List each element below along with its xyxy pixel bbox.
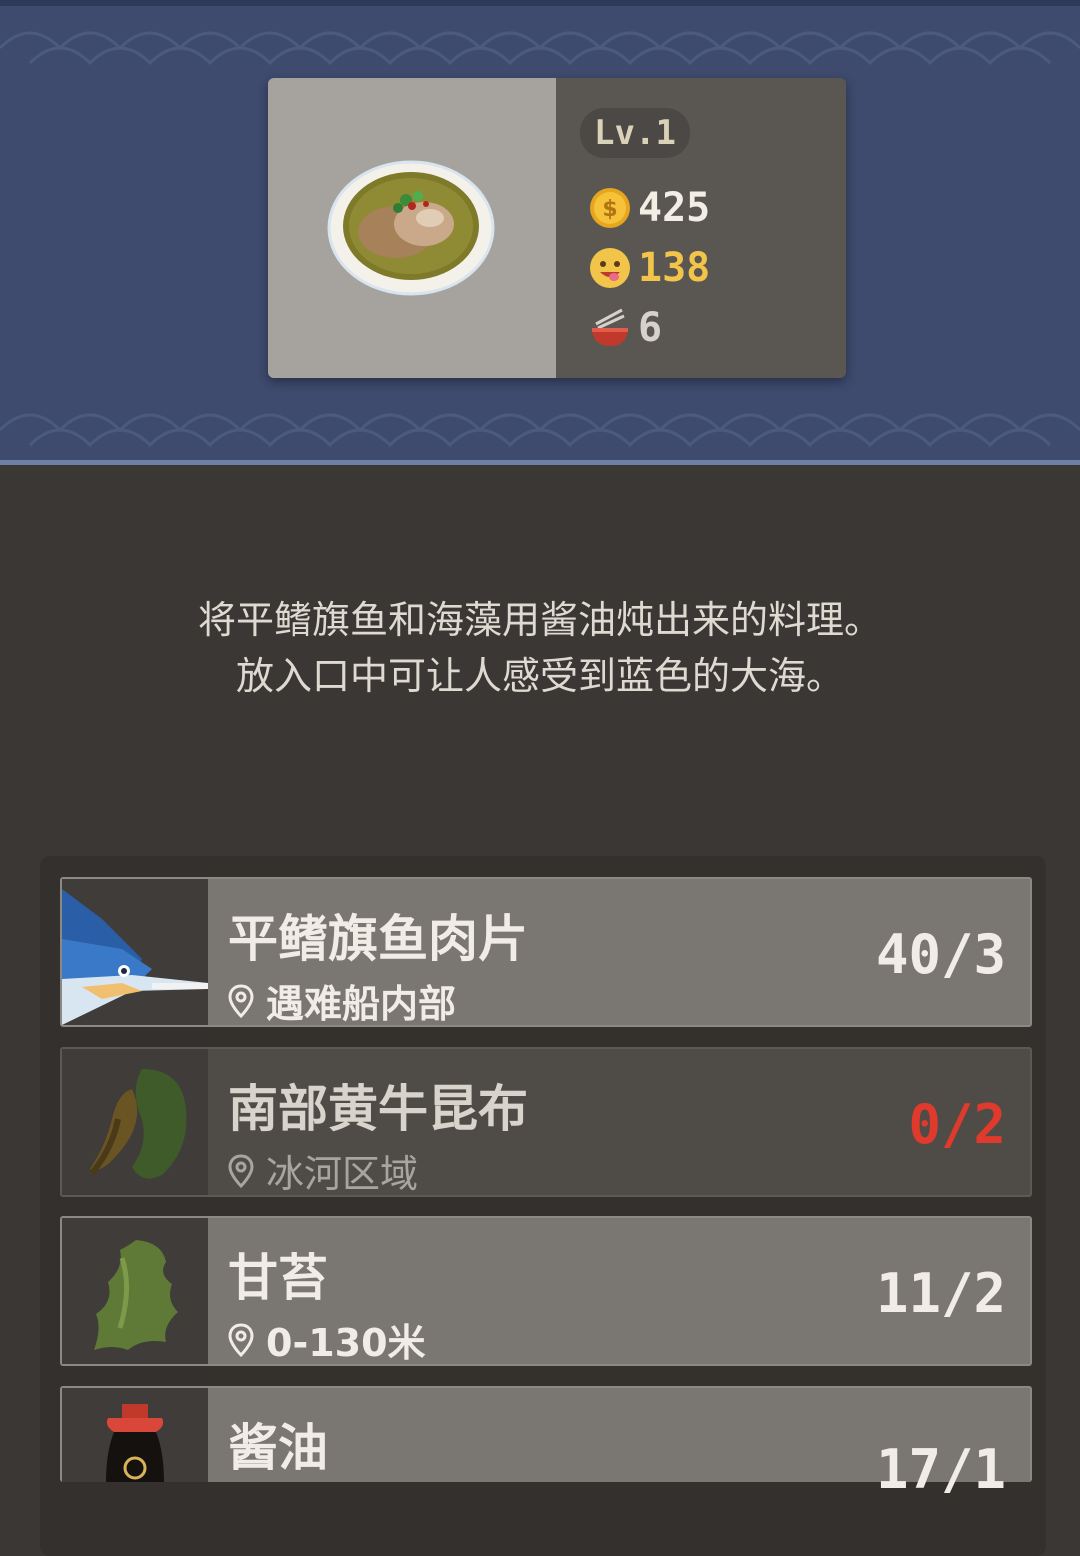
dish-card: Lv.1 $ 425 138 6 bbox=[268, 78, 846, 378]
ingredient-name: 酱油 bbox=[228, 1419, 328, 1477]
bowl-icon bbox=[592, 308, 628, 346]
seaweed-icon bbox=[62, 1218, 208, 1364]
dish-description: 将平鳍旗鱼和海藻用酱油炖出来的料理。 放入口中可让人感受到蓝色的大海。 bbox=[0, 592, 1080, 704]
wave-pattern bbox=[0, 413, 1080, 448]
ingredient-thumb bbox=[62, 1388, 208, 1482]
ingredient-thumb bbox=[62, 1218, 208, 1364]
svg-text:$: $ bbox=[602, 197, 617, 222]
ingredient-row[interactable]: 酱油 17/1 bbox=[60, 1386, 1032, 1501]
wave-pattern bbox=[0, 31, 1080, 66]
ingredient-name: 平鳍旗鱼肉片 bbox=[228, 910, 528, 968]
dish-image-frame bbox=[268, 78, 556, 378]
ingredient-quantity: 0/2 bbox=[908, 1093, 1006, 1156]
ingredient-quantity: 11/2 bbox=[875, 1262, 1006, 1325]
ingredient-row[interactable]: 平鳍旗鱼肉片 遇难船内部 40/3 bbox=[60, 877, 1032, 1027]
ingredient-row[interactable]: 甘苔 0-130米 11/2 bbox=[60, 1216, 1032, 1366]
dish-header: Lv.1 $ 425 138 6 bbox=[0, 0, 1080, 465]
description-line: 放入口中可让人感受到蓝色的大海。 bbox=[235, 654, 844, 698]
soy-sauce-icon bbox=[62, 1388, 208, 1482]
swordfish-icon bbox=[62, 879, 208, 1025]
dish-icon bbox=[327, 160, 495, 296]
ingredient-location: 冰河区域 bbox=[228, 1143, 418, 1198]
location-pin-icon bbox=[228, 1153, 254, 1188]
ingredient-name: 南部黄牛昆布 bbox=[228, 1080, 528, 1138]
kelp-icon bbox=[62, 1049, 208, 1195]
ingredient-location: 遇难船内部 bbox=[228, 973, 456, 1028]
ingredient-thumb bbox=[62, 879, 208, 1025]
count-stat: 6 bbox=[588, 300, 662, 356]
coin-icon: $ bbox=[590, 188, 630, 228]
ingredient-name: 甘苔 bbox=[228, 1249, 328, 1307]
energy-value: 138 bbox=[638, 245, 711, 291]
level-badge: Lv.1 bbox=[580, 108, 690, 158]
price-value: 425 bbox=[638, 185, 711, 231]
location-text: 0-130米 bbox=[266, 1321, 426, 1365]
ingredient-quantity: 40/3 bbox=[875, 923, 1006, 986]
location-pin-icon bbox=[228, 983, 254, 1018]
location-text: 冰河区域 bbox=[266, 1152, 419, 1196]
location-text: 遇难船内部 bbox=[266, 982, 457, 1026]
price-stat: $ 425 bbox=[588, 180, 710, 236]
count-value: 6 bbox=[638, 305, 663, 351]
ingredient-quantity: 17/1 bbox=[875, 1438, 1006, 1501]
location-pin-icon bbox=[228, 1322, 254, 1357]
tasty-face-icon bbox=[590, 248, 630, 288]
ingredient-location: 0-130米 bbox=[228, 1312, 426, 1367]
description-line: 将平鳍旗鱼和海藻用酱油炖出来的料理。 bbox=[197, 598, 882, 642]
ingredient-thumb bbox=[62, 1049, 208, 1195]
energy-stat: 138 bbox=[588, 240, 710, 296]
ingredient-row[interactable]: 南部黄牛昆布 冰河区域 0/2 bbox=[60, 1047, 1032, 1197]
